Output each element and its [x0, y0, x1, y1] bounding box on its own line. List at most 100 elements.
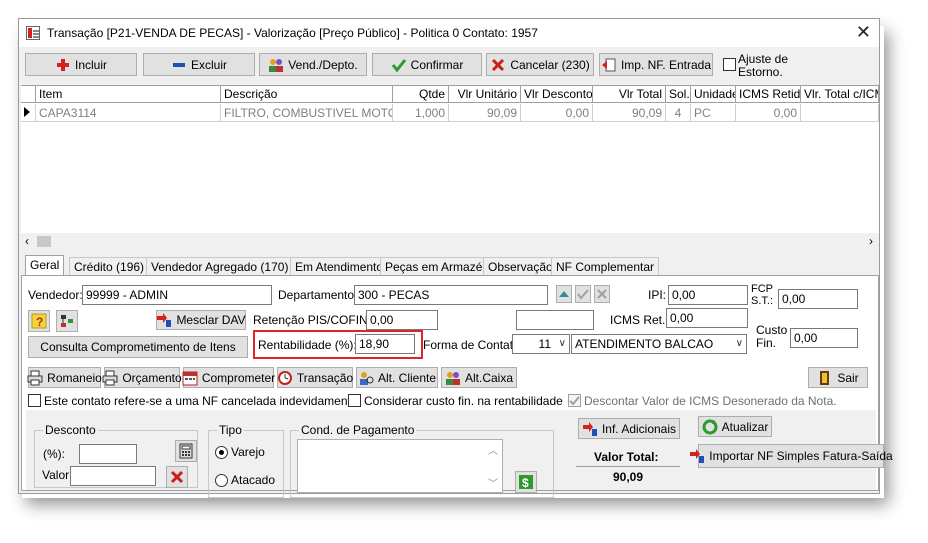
desconto-pct-field[interactable] — [79, 444, 137, 464]
atacado-radio[interactable] — [215, 474, 228, 487]
help-icon: ? — [31, 313, 47, 329]
scroll-down-icon[interactable]: ﹀ — [488, 475, 498, 490]
tab-credito[interactable]: Crédito (196) — [69, 257, 150, 275]
grid-indicator-header — [21, 86, 36, 103]
imp-nf-entrada-button[interactable]: Imp. NF. Entrada — [599, 53, 713, 76]
alt-caixa-button[interactable]: Alt.Caixa — [441, 367, 517, 388]
table-cell[interactable]: 0,00 — [736, 104, 801, 122]
inf-adicionais-button[interactable]: Inf. Adicionais — [578, 418, 680, 439]
depto-confirm-icon[interactable] — [575, 285, 591, 303]
money-button[interactable]: $ — [515, 471, 537, 493]
nf-cancelada-checkbox[interactable] — [28, 394, 41, 407]
cond-pagamento-textarea[interactable]: ︿ ﹀ — [297, 439, 503, 493]
custo-fin-field[interactable]: 0,00 — [790, 328, 858, 348]
table-cell[interactable]: 90,09 — [593, 104, 666, 122]
table-cell[interactable]: 1,000 — [393, 104, 449, 122]
tab-em-atendimento[interactable]: Em Atendimento — [290, 257, 389, 275]
tab-geral[interactable]: Geral — [25, 255, 65, 276]
col-sol[interactable]: Sol. — [666, 86, 691, 103]
mesclar-dav-button[interactable]: Mesclar DAV — [156, 310, 246, 330]
desconto-valor-label: Valor: — [42, 468, 73, 482]
info-arrow-icon — [582, 421, 598, 437]
minus-icon — [171, 57, 187, 73]
orcamento-button[interactable]: Orçamento — [102, 367, 182, 388]
tab-bar: Geral Crédito (196) Vendedor Agregado (1… — [21, 255, 879, 276]
icms-desonerado-checkbox[interactable] — [568, 394, 581, 407]
transacao-button[interactable]: Transação — [277, 367, 353, 388]
col-icms-retido[interactable]: ICMS Retido — [736, 86, 801, 103]
table-cell[interactable] — [801, 104, 879, 122]
rentabilidade-label: Rentabilidade (%): — [258, 338, 357, 352]
desconto-valor-field[interactable] — [70, 466, 156, 486]
col-qtde[interactable]: Qtde — [393, 86, 449, 103]
tab-observacao[interactable]: Observação — [483, 257, 558, 275]
departamento-field[interactable]: 300 - PECAS — [354, 285, 548, 305]
retencao-pis-cofins-field[interactable]: 0,00 — [366, 310, 438, 330]
blank-field[interactable] — [516, 310, 594, 330]
cancelar-button[interactable]: Cancelar (230) — [486, 53, 594, 76]
col-vlr-unitario[interactable]: Vlr Unitário — [449, 86, 521, 103]
tab-nf-complementar[interactable]: NF Complementar — [551, 257, 660, 275]
table-cell[interactable]: PC — [691, 104, 736, 122]
move-up-button[interactable] — [556, 285, 572, 303]
tipo-title: Tipo — [217, 423, 244, 437]
scroll-thumb[interactable] — [37, 236, 51, 247]
col-unidade[interactable]: Unidade — [691, 86, 736, 103]
romaneio-button[interactable]: Romaneio — [27, 367, 102, 388]
consulta-comprometimento-button[interactable]: Consulta Comprometimento de Itens — [28, 336, 248, 358]
clear-desconto-button[interactable] — [166, 466, 188, 488]
scroll-left-icon[interactable]: ‹ — [25, 234, 29, 248]
table-cell[interactable]: FILTRO, COMBUSTIVEL MOTOR - 4 — [221, 104, 393, 122]
close-icon[interactable]: ✕ — [856, 22, 871, 42]
merge-icon — [156, 312, 172, 328]
ajuste-estorno-label: Ajuste de Estorno. — [738, 52, 789, 79]
ipi-field[interactable]: 0,00 — [668, 285, 748, 305]
tree-button[interactable] — [56, 310, 78, 332]
varejo-radio[interactable] — [215, 446, 228, 459]
table-cell[interactable]: 4 — [666, 104, 691, 122]
excluir-button[interactable]: Excluir — [143, 53, 255, 76]
atacado-label: Atacado — [231, 473, 276, 487]
rentabilidade-field[interactable]: 18,90 — [355, 334, 415, 354]
printer-icon — [27, 370, 43, 386]
desconto-title: Desconto — [43, 423, 98, 437]
table-cell[interactable]: 90,09 — [449, 104, 521, 122]
cond-pagamento-title: Cond. de Pagamento — [299, 423, 417, 437]
incluir-button[interactable]: Incluir — [25, 53, 137, 76]
grid-horizontal-scrollbar[interactable]: ‹ › — [21, 233, 879, 250]
ipi-label: IPI: — [648, 288, 667, 302]
ajuste-estorno-checkbox[interactable] — [723, 58, 736, 71]
forma-contato-select[interactable]: ATENDIMENTO BALCAO ∨ — [571, 334, 747, 354]
icms-ret-field[interactable]: 0,00 — [666, 308, 748, 328]
comprometer-button[interactable]: Comprometer — [182, 367, 275, 388]
custo-fin-checkbox[interactable] — [348, 394, 361, 407]
col-item[interactable]: Item — [36, 86, 221, 103]
confirmar-button[interactable]: Confirmar — [372, 53, 482, 76]
import-icon — [601, 57, 617, 73]
scroll-right-icon[interactable]: › — [869, 234, 873, 248]
table-row[interactable]: CAPA3114 — [36, 104, 221, 122]
col-vlr-total-icms[interactable]: Vlr. Total c/ICMS — [801, 86, 879, 103]
col-vlr-total[interactable]: Vlr Total — [593, 86, 666, 103]
title-bar: Transação [P21-VENDA DE PECAS] - Valoriz… — [19, 19, 879, 47]
calculator-button[interactable] — [175, 440, 197, 462]
vend-depto-button[interactable]: Vend./Depto. — [259, 53, 367, 76]
alt-cliente-button[interactable]: Alt. Cliente — [356, 367, 438, 388]
scroll-up-icon[interactable]: ︿ — [488, 442, 498, 457]
exit-door-icon — [817, 370, 833, 386]
col-vlr-desconto[interactable]: Vlr Desconto — [521, 86, 593, 103]
tab-pecas-armazem[interactable]: Peças em Armazém — [380, 257, 498, 275]
sair-button[interactable]: Sair — [808, 367, 868, 388]
forma-contato-code-select[interactable]: 11 ∨ — [512, 334, 570, 354]
items-grid[interactable]: Item Descrição Qtde Vlr Unitário Vlr Des… — [21, 85, 879, 233]
table-cell[interactable]: 0,00 — [521, 104, 593, 122]
tab-vendedor-agregado[interactable]: Vendedor Agregado (170) — [146, 257, 294, 275]
vendedor-field[interactable]: 99999 - ADMIN — [82, 285, 272, 305]
atualizar-button[interactable]: Atualizar — [698, 416, 772, 437]
refresh-icon — [702, 419, 718, 435]
importar-nf-simples-button[interactable]: Importar NF Simples Fatura-Saída — [690, 444, 893, 468]
help-button[interactable]: ? — [28, 310, 50, 332]
depto-clear-icon[interactable] — [594, 285, 610, 303]
col-descricao[interactable]: Descrição — [221, 86, 393, 103]
fcp-st-field[interactable]: 0,00 — [778, 289, 858, 309]
